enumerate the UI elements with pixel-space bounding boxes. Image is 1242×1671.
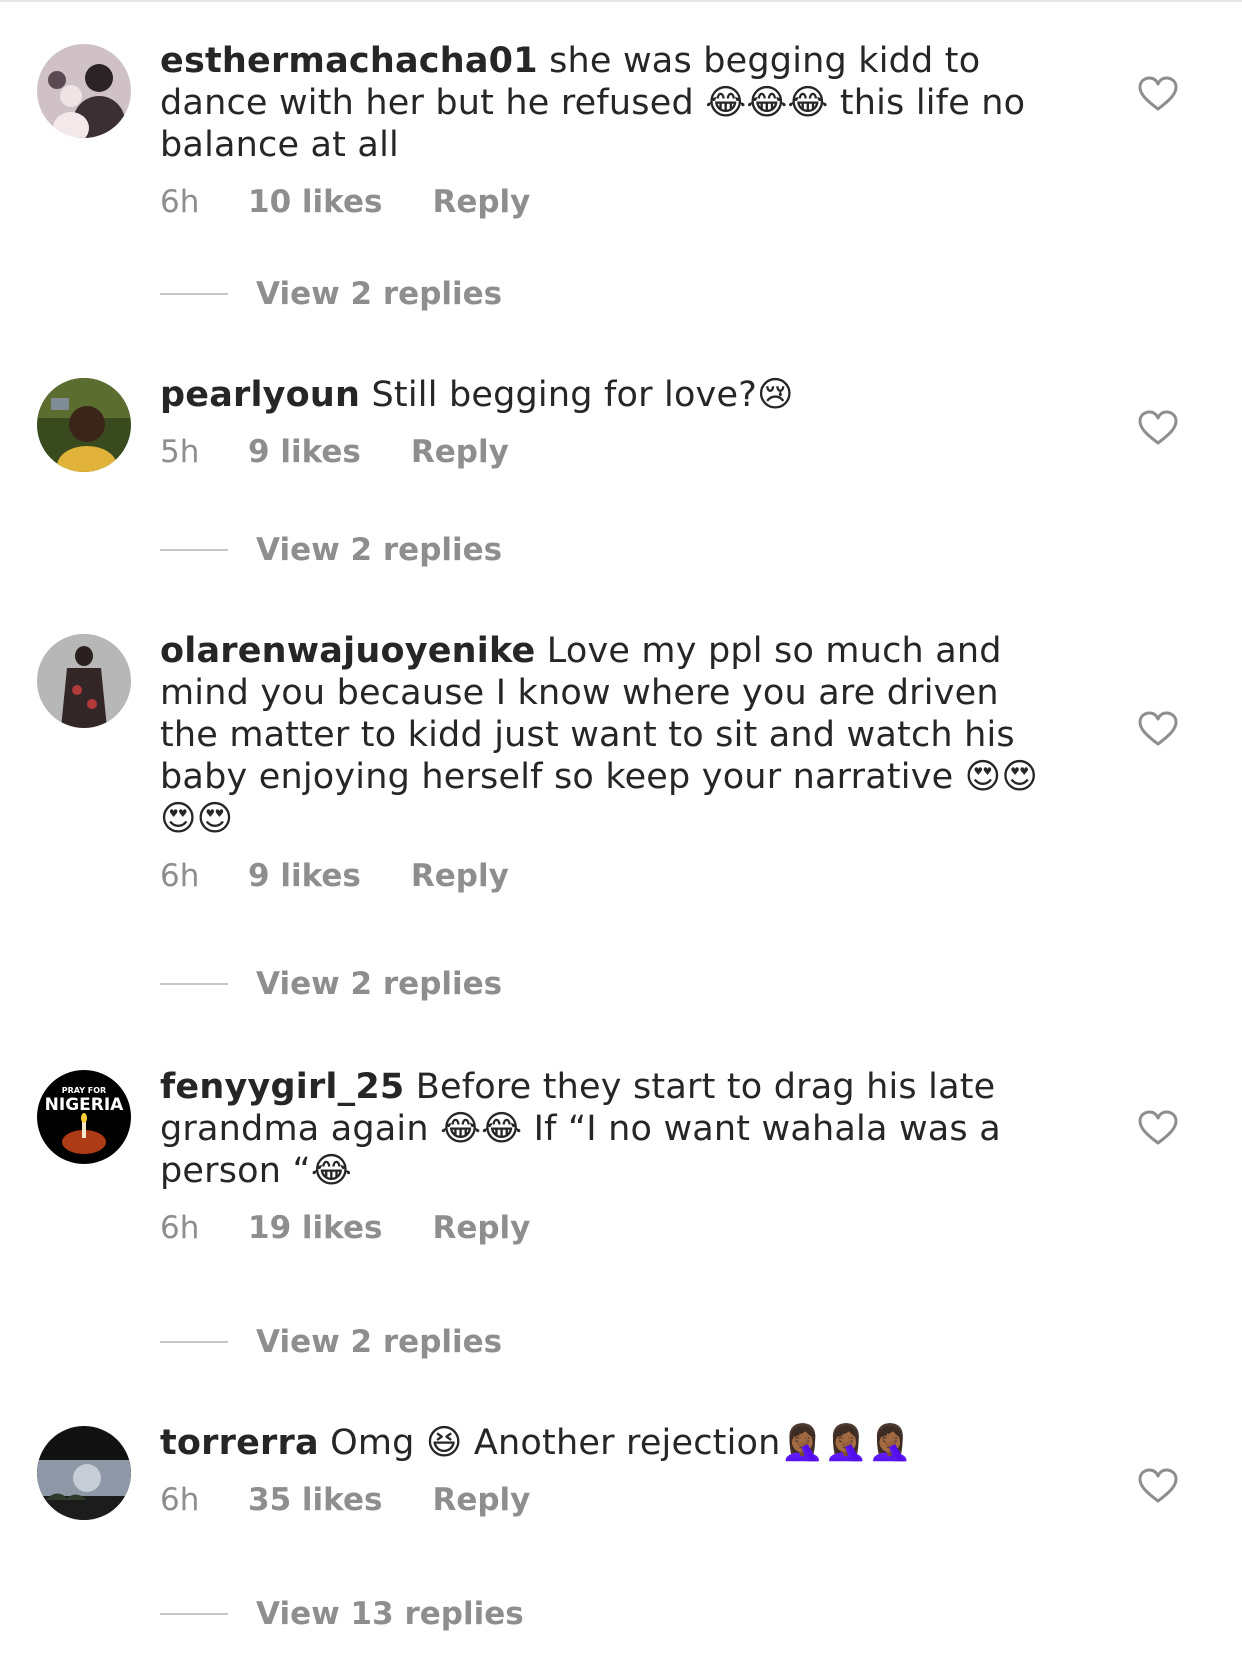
view-replies-button[interactable]: View 2 replies (160, 532, 502, 568)
username[interactable]: olarenwajuoyenike (160, 631, 535, 671)
username[interactable]: fenyygirl_25 (160, 1067, 404, 1107)
reply-button[interactable]: Reply (432, 1482, 530, 1518)
timestamp: 6h (160, 1482, 200, 1518)
avatar[interactable] (37, 378, 131, 472)
view-replies-button[interactable]: View 2 replies (160, 276, 502, 312)
likes-count[interactable]: 35 likes (248, 1482, 382, 1518)
username[interactable]: esthermachacha01 (160, 41, 538, 81)
timestamp: 6h (160, 1210, 200, 1246)
timestamp: 6h (160, 184, 200, 220)
avatar[interactable] (37, 44, 131, 138)
reply-button[interactable]: Reply (432, 184, 530, 220)
username[interactable]: pearlyoun (160, 375, 360, 415)
avatar[interactable] (37, 634, 131, 728)
avatar-caption-small: PRAY FOR (62, 1086, 106, 1095)
likes-count[interactable]: 19 likes (248, 1210, 382, 1246)
top-divider (0, 0, 1242, 2)
view-replies-label[interactable]: View 2 replies (256, 276, 502, 312)
view-replies-label[interactable]: View 2 replies (256, 1324, 502, 1360)
replies-divider (160, 1613, 228, 1615)
heart-icon[interactable] (1138, 410, 1178, 446)
view-replies-button[interactable]: View 13 replies (160, 1596, 524, 1632)
timestamp: 6h (160, 858, 200, 894)
replies-divider (160, 293, 228, 295)
reply-button[interactable]: Reply (411, 858, 509, 894)
likes-count[interactable]: 9 likes (248, 434, 361, 470)
heart-icon[interactable] (1138, 1110, 1178, 1146)
replies-divider (160, 983, 228, 985)
view-replies-button[interactable]: View 2 replies (160, 1324, 502, 1360)
view-replies-label[interactable]: View 13 replies (256, 1596, 524, 1632)
avatar[interactable]: PRAY FOR NIGERIA (37, 1070, 131, 1164)
comment-text: Omg 😆 Another rejection🤦🏾‍♀️🤦🏾‍♀️🤦🏾‍♀️ (330, 1423, 912, 1463)
view-replies-label[interactable]: View 2 replies (256, 532, 502, 568)
likes-count[interactable]: 9 likes (248, 858, 361, 894)
username[interactable]: torrerra (160, 1423, 319, 1463)
replies-divider (160, 1341, 228, 1343)
view-replies-label[interactable]: View 2 replies (256, 966, 502, 1002)
reply-button[interactable]: Reply (432, 1210, 530, 1246)
heart-icon[interactable] (1138, 76, 1178, 112)
heart-icon[interactable] (1138, 711, 1178, 747)
avatar[interactable] (37, 1426, 131, 1520)
timestamp: 5h (160, 434, 200, 470)
heart-icon[interactable] (1138, 1468, 1178, 1504)
reply-button[interactable]: Reply (411, 434, 509, 470)
replies-divider (160, 549, 228, 551)
comment-text: Still begging for love?😢 (371, 375, 794, 415)
view-replies-button[interactable]: View 2 replies (160, 966, 502, 1002)
likes-count[interactable]: 10 likes (248, 184, 382, 220)
avatar-caption-big: NIGERIA (45, 1095, 125, 1115)
